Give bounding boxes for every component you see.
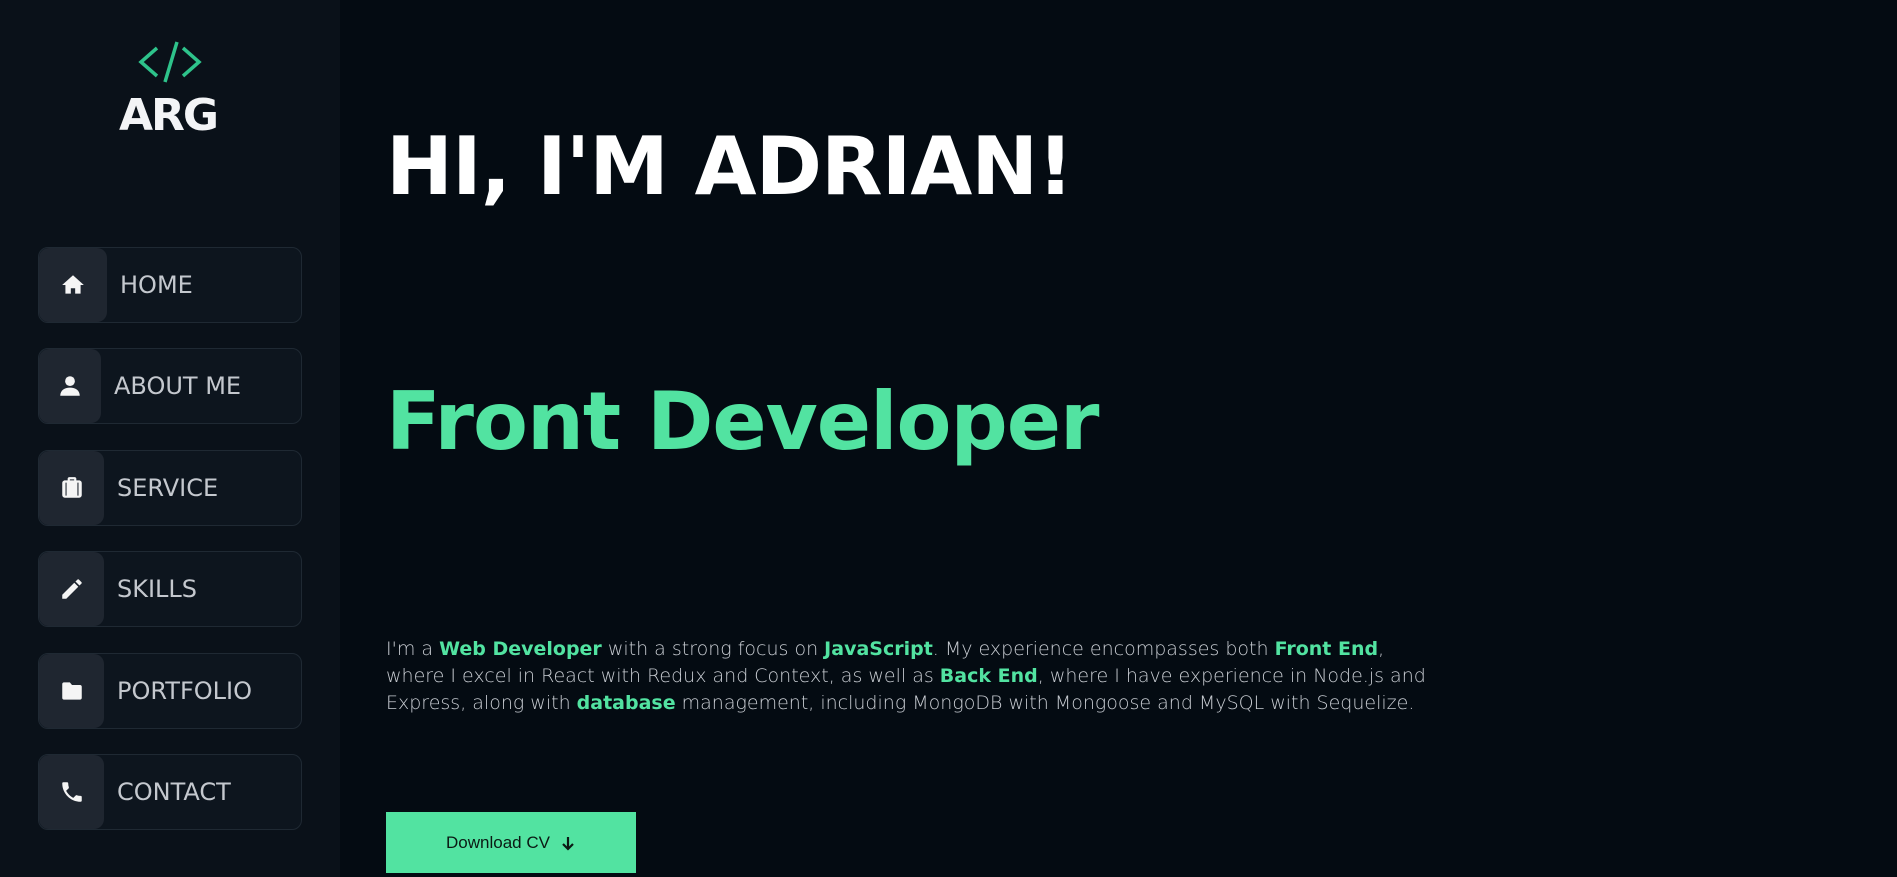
nav-item-service[interactable]: SERVICE (38, 450, 302, 526)
bio-text: management, including MongoDB with Mongo… (675, 692, 1415, 714)
user-icon (39, 349, 101, 423)
sidebar: ARG HOME ABOUT ME SERVICE SKILLS PORTFOL… (0, 0, 340, 877)
download-cv-label: Download CV (446, 832, 550, 852)
bio-highlight: Front End (1274, 638, 1379, 660)
nav-label: ABOUT ME (114, 372, 242, 400)
nav-item-skills[interactable]: SKILLS (38, 551, 302, 627)
bio-text: . My experience encompasses both (932, 638, 1275, 660)
nav-label: SKILLS (117, 575, 198, 603)
nav-label: HOME (120, 271, 193, 299)
logo[interactable]: ARG (115, 38, 225, 138)
nav-label: CONTACT (117, 778, 231, 806)
briefcase-icon (39, 451, 104, 525)
home-icon (39, 248, 107, 322)
nav-label: PORTFOLIO (117, 677, 252, 705)
phone-icon (39, 755, 104, 829)
nav-item-about-me[interactable]: ABOUT ME (38, 348, 302, 424)
hero-title: HI, I'M ADRIAN! (386, 120, 1074, 213)
download-cv-button[interactable]: Download CV (386, 812, 636, 873)
bio-highlight: Back End (939, 665, 1038, 687)
logo-text: ARG (119, 90, 219, 141)
pencil-icon (39, 552, 104, 626)
nav-item-contact[interactable]: CONTACT (38, 754, 302, 830)
bio-paragraph: I'm a Web Developer with a strong focus … (386, 636, 1446, 717)
folder-icon (39, 654, 104, 728)
nav-item-home[interactable]: HOME (38, 247, 302, 323)
arrow-down-icon (562, 836, 574, 851)
code-brackets-icon (138, 41, 202, 83)
bio-highlight: JavaScript (824, 638, 933, 660)
bio-highlight: database (576, 692, 676, 714)
bio-highlight: Web Developer (439, 638, 602, 660)
nav-item-portfolio[interactable]: PORTFOLIO (38, 653, 302, 729)
hero-role: Front Developer (386, 375, 1099, 468)
bio-text: with a strong focus on (601, 638, 825, 660)
bio-text: I'm a (386, 638, 440, 660)
nav-label: SERVICE (117, 474, 219, 502)
